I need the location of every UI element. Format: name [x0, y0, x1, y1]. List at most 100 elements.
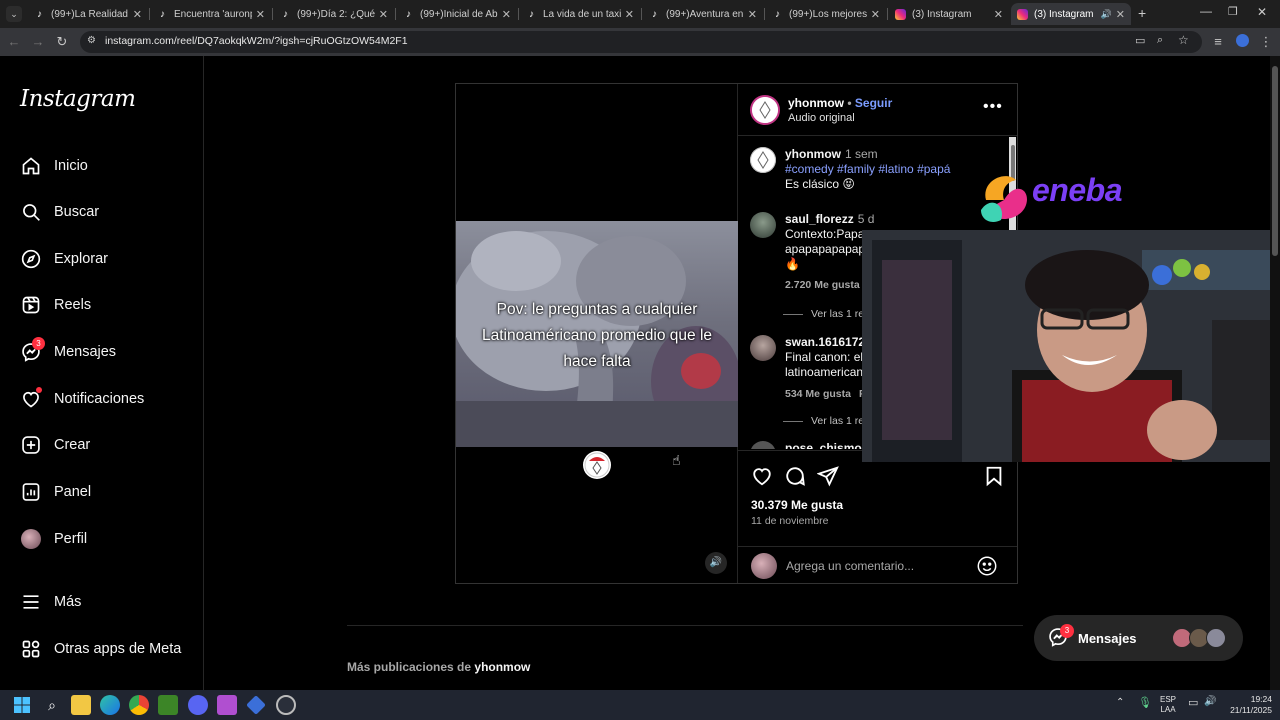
view-replies-link[interactable]: Ver las 1 re [783, 415, 864, 427]
network-icon[interactable]: ▭ [1188, 696, 1198, 709]
edge-icon[interactable] [100, 695, 120, 715]
maximize-button[interactable]: ❐ [1228, 5, 1238, 18]
commenter-avatar[interactable] [750, 212, 776, 238]
close-icon[interactable]: ✕ [871, 8, 880, 21]
forward-icon[interactable]: → [30, 34, 46, 50]
sidebar-item-panel[interactable]: Panel [20, 479, 91, 505]
url-text[interactable]: instagram.com/reel/DQ7aokqkW2m/?igsh=cjR… [105, 35, 408, 47]
minimize-button[interactable]: — [1200, 4, 1212, 18]
messages-floating-button[interactable]: 3 Mensajes [1034, 615, 1243, 661]
browser-tab[interactable]: ♪ (99+)Día 2: ¿Qué pas ✕ [274, 3, 394, 25]
close-icon[interactable]: ✕ [502, 8, 511, 21]
browser-tab[interactable]: ♪ La vida de un taxista ✕ [520, 3, 640, 25]
reload-icon[interactable]: ↻ [54, 34, 70, 50]
save-bookmark-icon[interactable] [983, 465, 1005, 487]
home-icon [20, 155, 42, 177]
tiktok-icon: ♪ [160, 8, 165, 20]
follow-button[interactable]: Seguir [855, 96, 892, 110]
author-avatar[interactable] [750, 147, 776, 173]
address-bar[interactable]: ⚙ instagram.com/reel/DQ7aokqkW2m/?igsh=c… [80, 31, 1202, 53]
comment-likes[interactable]: 2.720 Me gusta [785, 279, 860, 291]
more-posts-username[interactable]: yhonmow [474, 660, 530, 674]
zoom-icon[interactable]: ⌕ [1157, 34, 1163, 47]
browser-tab-active[interactable]: (3) Instagram 🔊 ✕ [1011, 3, 1131, 25]
cast-icon[interactable]: ▭ [1135, 34, 1145, 47]
sidebar-item-mensajes[interactable]: 3 Mensajes [20, 337, 116, 365]
share-icon[interactable] [816, 465, 839, 487]
profile-icon[interactable] [1234, 34, 1250, 50]
like-heart-icon[interactable] [751, 465, 773, 487]
author-username[interactable]: yhonmow [788, 96, 844, 110]
site-info-icon[interactable]: ⚙ [87, 35, 96, 46]
new-tab-button[interactable]: + [1138, 5, 1146, 21]
close-icon[interactable]: ✕ [133, 8, 142, 21]
tab-search-button[interactable]: ⌄ [6, 6, 22, 22]
sidebar-item-reels[interactable]: Reels [20, 292, 91, 318]
menu-icon [20, 591, 42, 613]
comment-username[interactable]: swan.1616172 [785, 335, 865, 349]
back-icon[interactable]: ← [6, 34, 22, 50]
close-window-button[interactable]: ✕ [1257, 5, 1267, 19]
likes-count[interactable]: 30.379 Me gusta [751, 498, 843, 512]
microphone-icon[interactable]: 🎙 [1138, 696, 1152, 709]
comment-input[interactable] [786, 559, 966, 573]
comment-likes[interactable]: 534 Me gusta [785, 388, 851, 400]
search-icon [20, 201, 42, 223]
close-icon[interactable]: ✕ [256, 8, 265, 21]
input-language[interactable]: ESP LAA [1160, 695, 1176, 715]
minecraft-icon[interactable] [158, 695, 178, 715]
show-hidden-icons[interactable]: ⌃ [1116, 697, 1124, 708]
file-explorer-icon[interactable] [71, 695, 91, 715]
sidebar-item-inicio[interactable]: Inicio [20, 153, 88, 179]
sidebar-item-explorar[interactable]: Explorar [20, 246, 108, 272]
instagram-logo[interactable]: Instagram [20, 86, 136, 112]
close-icon[interactable]: ✕ [1116, 8, 1125, 21]
media-controls-icon[interactable]: ≡ [1210, 34, 1226, 50]
browser-tab[interactable]: ♪ Encuentra 'auronplay ✕ [151, 3, 271, 25]
browser-tab[interactable]: ♪ (99+)Los mejores me ✕ [766, 3, 886, 25]
close-icon[interactable]: ✕ [379, 8, 388, 21]
speaker-icon[interactable]: 🔊 [1101, 9, 1112, 20]
close-icon[interactable]: ✕ [748, 8, 757, 21]
more-options-icon[interactable]: ••• [983, 98, 1003, 116]
video-frame[interactable]: Pov: le preguntas a cualquier Latinoamér… [456, 221, 738, 447]
audio-label[interactable]: Audio original [788, 112, 855, 124]
sidebar-item-otras-apps[interactable]: Otras apps de Meta [20, 636, 181, 662]
bookmark-star-icon[interactable]: ☆ [1178, 33, 1189, 47]
sidebar-item-mas[interactable]: Más [20, 589, 81, 615]
commenter-avatar[interactable] [750, 441, 776, 449]
page-scrollbar-thumb[interactable] [1272, 66, 1278, 256]
emoji-icon[interactable] [976, 555, 998, 582]
close-icon[interactable]: ✕ [625, 8, 634, 21]
app-icon[interactable] [246, 695, 266, 715]
sidebar-item-crear[interactable]: Crear [20, 432, 90, 458]
kebab-menu-icon[interactable]: ⋮ [1258, 34, 1274, 50]
chrome-icon[interactable] [129, 695, 149, 715]
caption-hashtags[interactable]: #comedy #family #latino #papá [785, 162, 1005, 177]
sidebar-item-perfil[interactable]: Perfil [20, 526, 87, 552]
volume-icon[interactable]: 🔊 [705, 552, 727, 574]
search-icon[interactable]: ⌕ [42, 695, 62, 715]
discord-icon[interactable] [188, 695, 208, 715]
comment-username[interactable]: saul_florezz [785, 212, 854, 226]
browser-tab[interactable]: (3) Instagram ✕ [889, 3, 1009, 25]
reel-video[interactable]: Pov: le preguntas a cualquier Latinoamér… [456, 84, 738, 583]
caption-username[interactable]: yhonmow [785, 147, 841, 161]
page-scrollbar[interactable] [1270, 56, 1280, 690]
close-icon[interactable]: ✕ [994, 8, 1003, 21]
commenter-avatar[interactable] [750, 335, 776, 361]
view-replies-link[interactable]: Ver las 1 re [783, 308, 864, 320]
app-icon[interactable] [276, 695, 296, 715]
sidebar-item-buscar[interactable]: Buscar [20, 199, 99, 225]
app-icon[interactable] [217, 695, 237, 715]
system-clock[interactable]: 19:24 21/11/2025 [1224, 694, 1272, 716]
author-avatar[interactable] [750, 95, 780, 125]
browser-tab[interactable]: ♪ (99+)Aventura en Cu ✕ [643, 3, 763, 25]
sidebar-item-notificaciones[interactable]: Notificaciones [20, 386, 144, 412]
volume-icon[interactable]: 🔊 [1204, 696, 1216, 707]
comment-icon[interactable] [784, 465, 806, 487]
windows-start-icon[interactable] [12, 695, 32, 715]
caption-time: 1 sem [845, 147, 878, 161]
browser-tab[interactable]: ♪ (99+)Inicial de Abuel ✕ [397, 3, 517, 25]
browser-tab[interactable]: ♪ (99+)La Realidad de l ✕ [28, 3, 148, 25]
